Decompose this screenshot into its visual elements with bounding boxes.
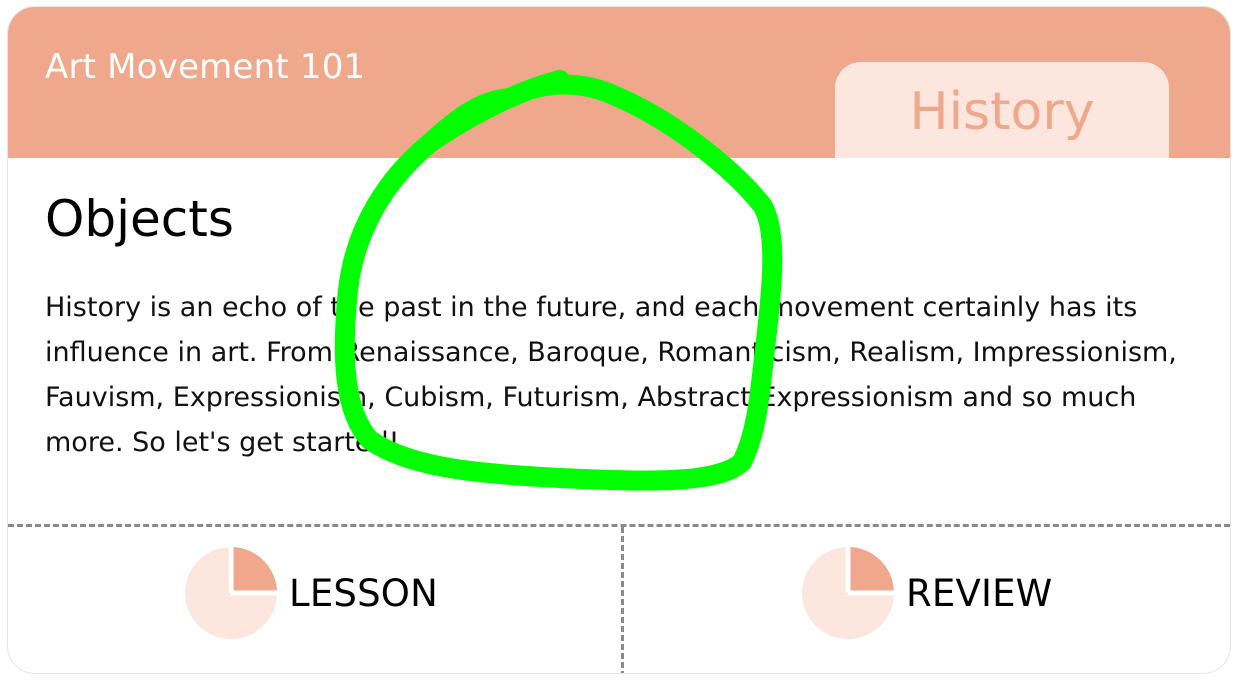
review-label: REVIEW [906, 571, 1053, 615]
card-header: Art Movement 101 History [8, 7, 1230, 158]
course-title: Art Movement 101 [45, 47, 366, 87]
tab-history[interactable]: History [835, 62, 1169, 158]
horizontal-divider [8, 524, 1230, 527]
pie-chart-icon [185, 547, 277, 639]
pie-chart-icon [802, 547, 894, 639]
vertical-divider [621, 527, 624, 673]
section-heading: Objects [45, 190, 234, 248]
review-button[interactable]: REVIEW [802, 547, 1052, 639]
tab-label: History [909, 82, 1095, 142]
lesson-button[interactable]: LESSON [185, 547, 438, 639]
description-text: History is an echo of the past in the fu… [45, 292, 1177, 458]
lesson-label: LESSON [289, 571, 438, 615]
